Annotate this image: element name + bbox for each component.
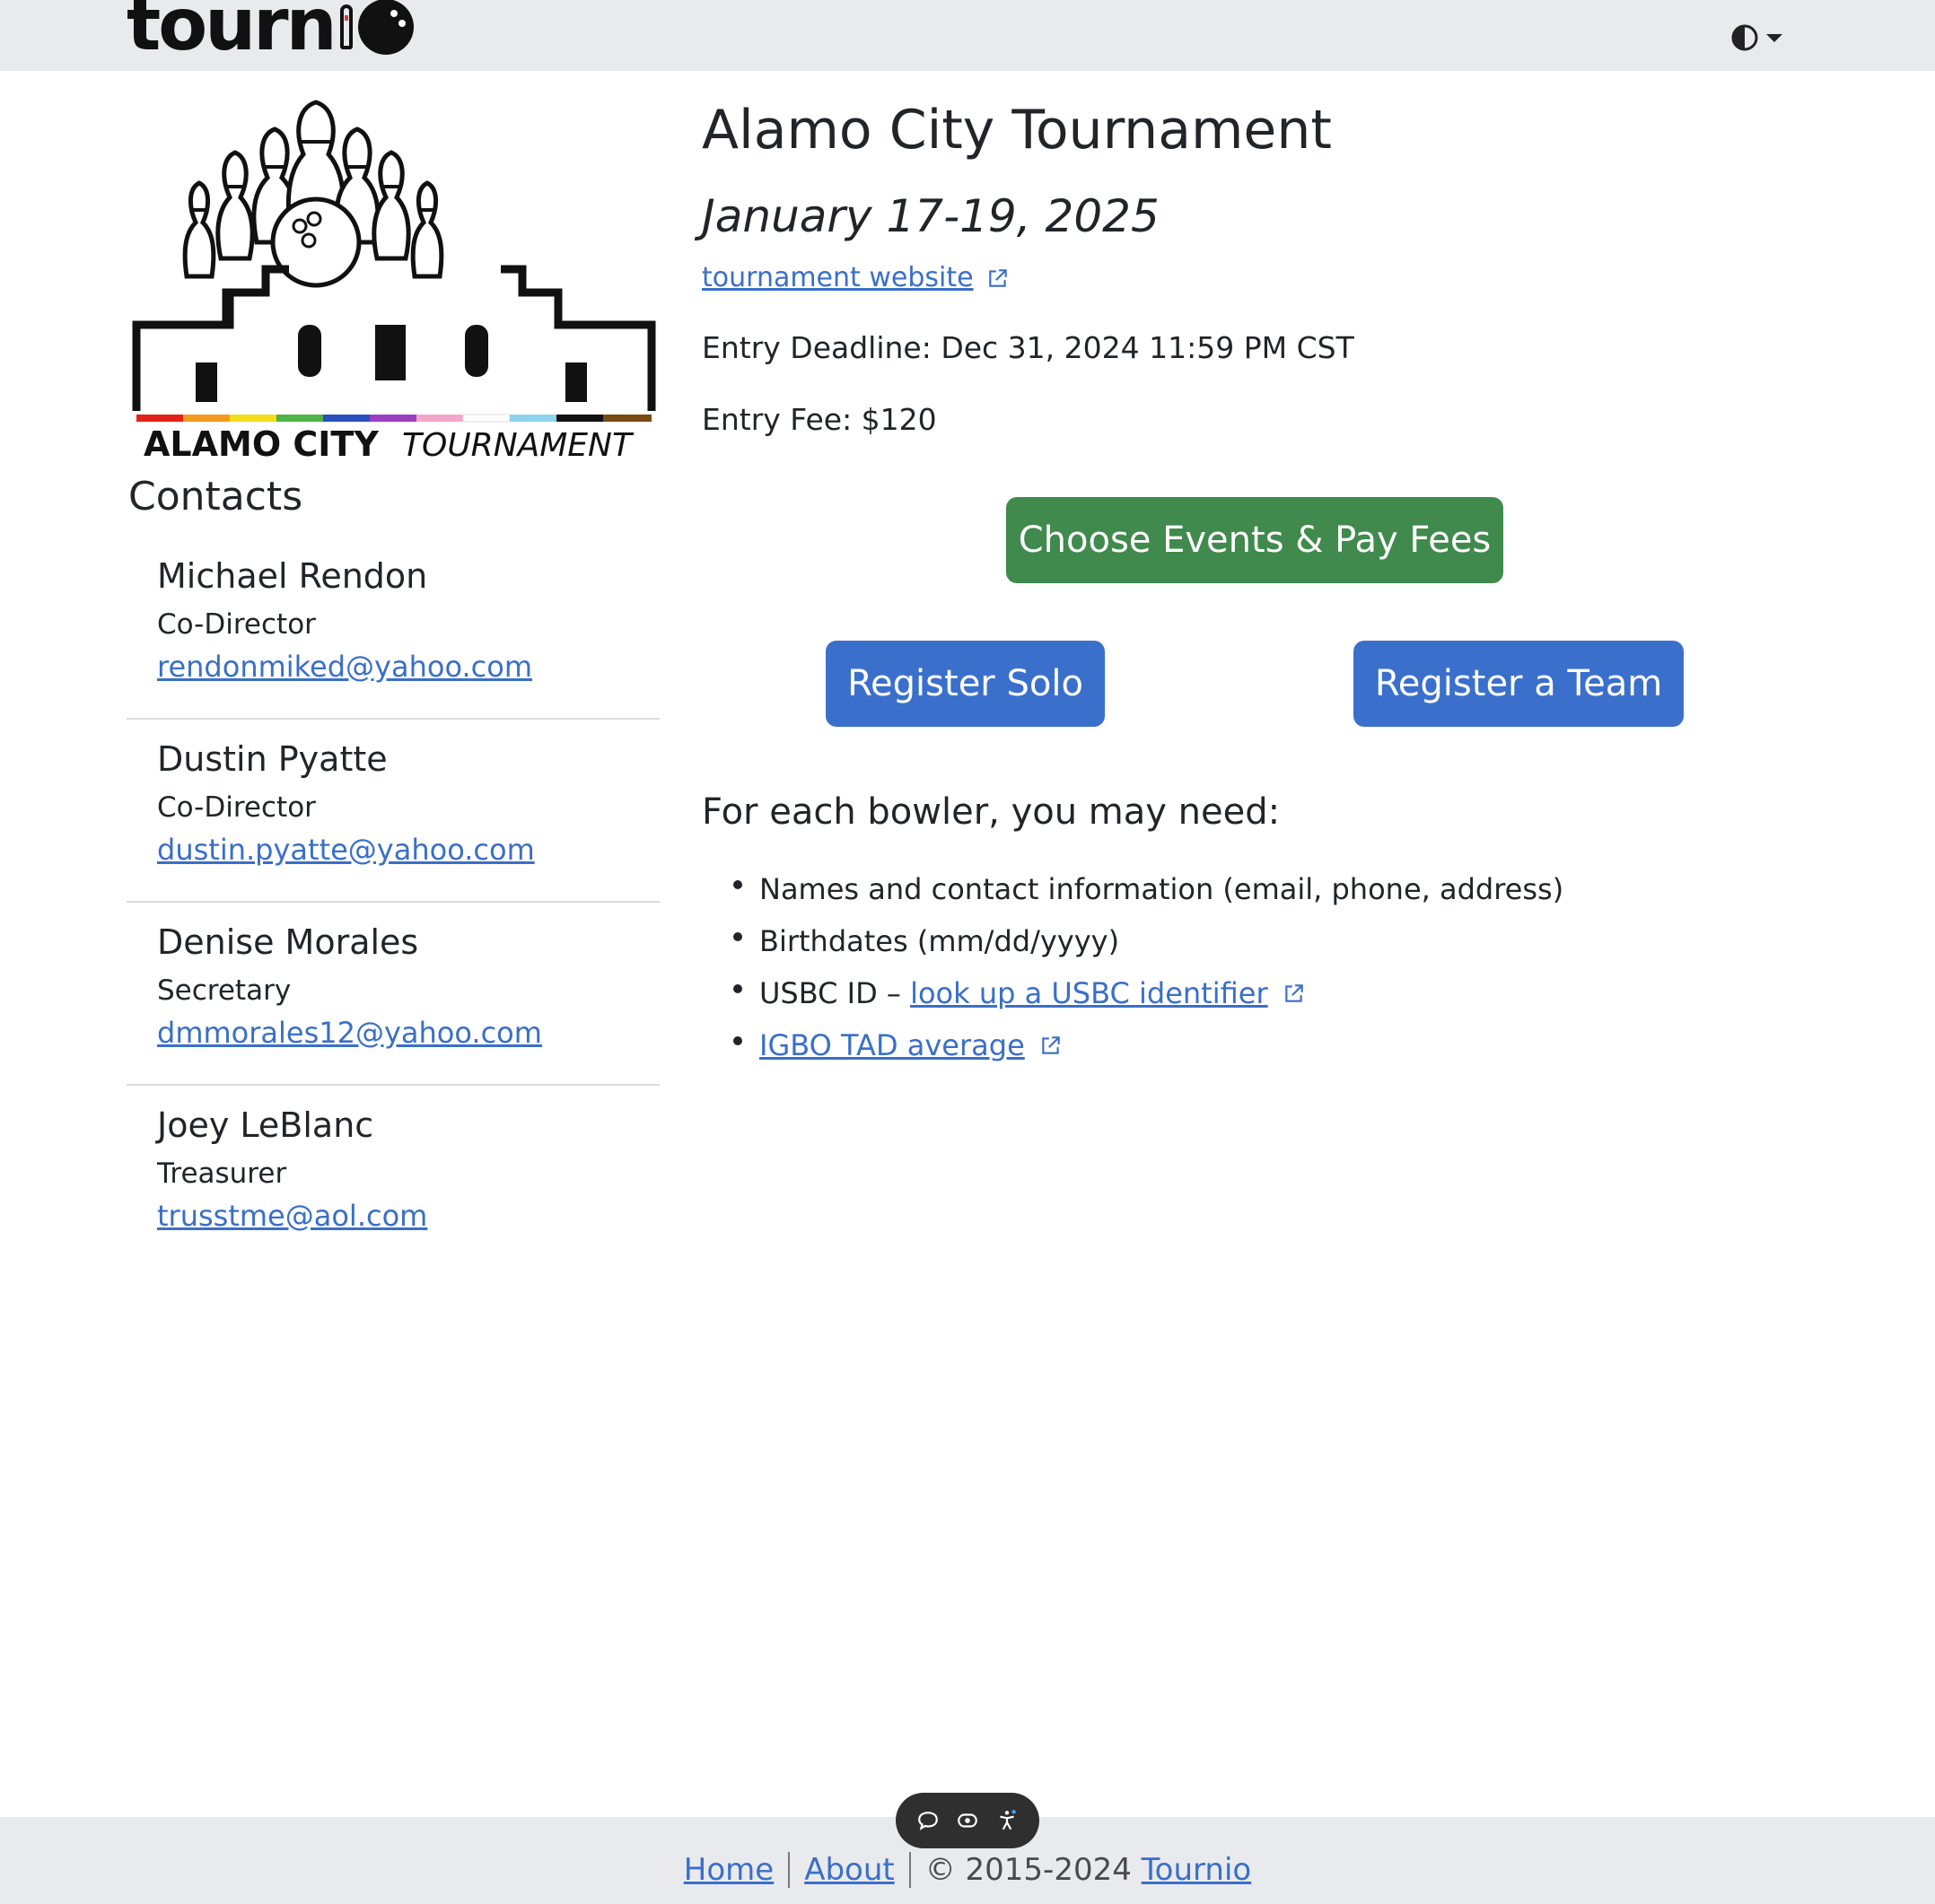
footer-copyright: © 2015-2024 xyxy=(924,1851,1142,1888)
igbo-tad-average-link[interactable]: IGBO TAD average xyxy=(759,1024,1025,1067)
eye-icon[interactable] xyxy=(954,1807,981,1834)
contact-email-link[interactable]: dmmorales12@yahoo.com xyxy=(157,1016,660,1050)
contact-email-link[interactable]: dustin.pyatte@yahoo.com xyxy=(157,833,660,867)
bullet xyxy=(733,880,742,889)
floating-toolbar xyxy=(896,1793,1039,1848)
contact-name: Joey LeBlanc xyxy=(157,1105,374,1145)
alamo-city-tournament-logo: ALAMO CITY TOURNAMENT xyxy=(132,100,656,464)
bowling-ball-icon xyxy=(357,0,414,55)
register-team-button[interactable]: Register a Team xyxy=(1353,641,1684,727)
contact-name: Michael Rendon xyxy=(157,556,428,596)
tournament-dates: January 17-19, 2025 xyxy=(702,190,1160,242)
contact-item: Dustin Pyatte Co-Director dustin.pyatte@… xyxy=(127,739,660,867)
tournament-website-link[interactable]: tournament website xyxy=(702,262,1010,293)
list-item: Birthdates (mm/dd/yyyy) xyxy=(702,915,1563,967)
chat-bubble-icon[interactable] xyxy=(915,1807,941,1834)
contact-divider xyxy=(127,718,660,720)
bullet xyxy=(733,1036,742,1045)
contact-role: Secretary xyxy=(157,974,292,1007)
top-navbar: tourn xyxy=(0,0,1935,71)
footer-home-link[interactable]: Home xyxy=(684,1852,774,1888)
contrast-icon xyxy=(1731,24,1758,51)
bowling-pin-icon xyxy=(339,4,353,49)
contact-name: Denise Morales xyxy=(157,922,419,962)
contact-item: Joey LeBlanc Treasurer trusstme@aol.com xyxy=(127,1105,660,1233)
accessibility-icon[interactable] xyxy=(994,1807,1020,1834)
tournament-title: Alamo City Tournament xyxy=(702,99,1332,162)
logo-word-light: TOURNAMENT xyxy=(402,427,635,464)
requirement-text: Names and contact information (email, ph… xyxy=(759,872,1564,906)
list-item: IGBO TAD average xyxy=(702,1019,1563,1071)
contact-role: Co-Director xyxy=(157,790,316,824)
contact-email-link[interactable]: rendonmiked@yahoo.com xyxy=(157,650,660,684)
external-link-icon xyxy=(1042,1036,1060,1054)
footer-about-link[interactable]: About xyxy=(804,1852,895,1888)
contact-email-link[interactable]: trusstme@aol.com xyxy=(157,1199,660,1233)
register-solo-button[interactable]: Register Solo xyxy=(826,641,1105,727)
list-item: USBC ID – look up a USBC identifier xyxy=(702,967,1563,1019)
contact-divider xyxy=(127,1084,660,1086)
tournament-website-label: tournament website xyxy=(702,262,974,293)
contact-item: Denise Morales Secretary dmmorales12@yah… xyxy=(127,922,660,1050)
contact-divider xyxy=(127,901,660,903)
requirements-heading: For each bowler, you may need: xyxy=(702,791,1281,833)
entry-fee: Entry Fee: $120 xyxy=(702,402,937,437)
theme-toggle-dropdown[interactable] xyxy=(1730,20,1786,56)
footer-divider xyxy=(908,1851,911,1888)
footer-divider xyxy=(788,1851,791,1888)
brand-text: tourn xyxy=(127,0,337,66)
bullet xyxy=(733,932,742,941)
tournio-brand-logo[interactable]: tourn xyxy=(127,0,414,63)
logo-word-bold: ALAMO CITY xyxy=(144,424,379,464)
entry-deadline: Entry Deadline: Dec 31, 2024 11:59 PM CS… xyxy=(702,330,1354,365)
requirement-text: Birthdates (mm/dd/yyyy) xyxy=(759,924,1120,958)
usbc-lookup-link[interactable]: look up a USBC identifier xyxy=(910,972,1268,1015)
external-link-icon xyxy=(988,268,1007,287)
contact-name: Dustin Pyatte xyxy=(157,739,388,779)
footer-tournio-link[interactable]: Tournio xyxy=(1142,1852,1252,1888)
contacts-heading: Contacts xyxy=(128,474,303,520)
contact-role: Co-Director xyxy=(157,607,316,641)
contact-role: Treasurer xyxy=(157,1157,287,1190)
external-link-icon xyxy=(1284,984,1303,1002)
list-item: Names and contact information (email, ph… xyxy=(702,863,1563,915)
requirement-text: USBC ID – xyxy=(759,976,911,1010)
requirements-list: Names and contact information (email, ph… xyxy=(702,863,1563,1071)
choose-events-pay-fees-button[interactable]: Choose Events & Pay Fees xyxy=(1006,497,1503,583)
chevron-down-icon xyxy=(1766,33,1782,42)
bullet xyxy=(733,984,742,993)
contact-item: Michael Rendon Co-Director rendonmiked@y… xyxy=(127,556,660,684)
